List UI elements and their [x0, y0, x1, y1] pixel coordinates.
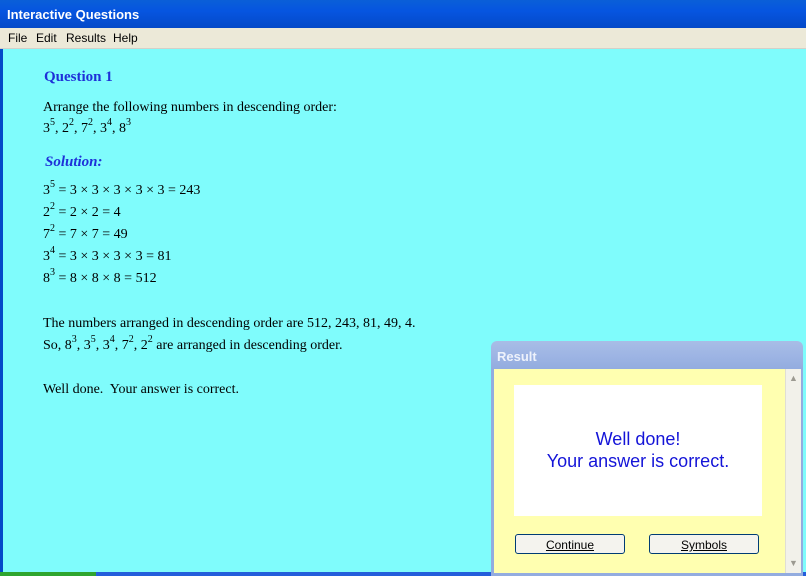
result-dialog-body: Well done! Your answer is correct. Conti…: [491, 369, 803, 576]
power-term: 83: [43, 267, 55, 286]
power-term: 22: [62, 117, 74, 136]
menu-help[interactable]: Help: [113, 31, 138, 45]
result-dialog-titlebar[interactable]: Result: [491, 341, 803, 369]
menu-edit[interactable]: Edit: [36, 31, 57, 45]
window-title: Interactive Questions: [7, 7, 140, 22]
result-scrollbar[interactable]: ▲ ▼: [785, 369, 801, 573]
power-term: 34: [100, 117, 112, 136]
result-dialog-title: Result: [497, 349, 537, 364]
menu-file[interactable]: File: [8, 31, 27, 45]
scroll-up-icon[interactable]: ▲: [787, 371, 800, 385]
power-term: 34: [102, 334, 115, 353]
power-term: 34: [43, 245, 55, 264]
power-term: 83: [64, 334, 77, 353]
question-heading: Question 1: [44, 69, 113, 85]
result-dialog: Result Well done! Your answer is correct…: [491, 341, 803, 576]
scroll-down-icon[interactable]: ▼: [787, 556, 800, 570]
result-message-line2: Your answer is correct.: [546, 451, 730, 471]
feedback-text: Well done. Your answer is correct.: [43, 382, 239, 397]
question-prompt: Arrange the following numbers in descend…: [43, 100, 337, 115]
result-dialog-panel: Well done! Your answer is correct. Conti…: [494, 369, 785, 573]
question-numbers: 35, 22, 72, 34, 83: [43, 117, 131, 136]
power-term: 22: [140, 334, 153, 353]
power-term: 35: [83, 334, 96, 353]
window-left-border: [0, 49, 3, 576]
power-term: 22: [43, 201, 55, 220]
continue-button[interactable]: Continue: [515, 534, 625, 554]
result-message-box: Well done! Your answer is correct.: [514, 385, 762, 516]
solution-step: 22 = 2 × 2 = 4: [43, 201, 121, 220]
symbols-button[interactable]: Symbols: [649, 534, 759, 554]
power-term: 35: [43, 179, 55, 198]
solution-step: 72 = 7 × 7 = 49: [43, 223, 128, 242]
solution-step: 35 = 3 × 3 × 3 × 3 × 3 = 243: [43, 179, 201, 198]
power-term: 72: [81, 117, 93, 136]
menu-bar: File Edit Results Help: [0, 28, 806, 49]
menu-results[interactable]: Results: [66, 31, 106, 45]
solution-summary: The numbers arranged in descending order…: [43, 316, 416, 331]
result-message-line1: Well done!: [595, 429, 681, 449]
window-titlebar[interactable]: Interactive Questions: [0, 0, 806, 28]
power-term: 72: [43, 223, 55, 242]
solution-step: 34 = 3 × 3 × 3 × 3 = 81: [43, 245, 172, 264]
power-term: 83: [119, 117, 131, 136]
solution-conclusion: So, 83, 35, 34, 72, 22 are arranged in d…: [43, 334, 343, 353]
taskbar-start-edge: [0, 572, 96, 576]
solution-heading: Solution:: [45, 154, 103, 170]
power-term: 72: [121, 334, 134, 353]
power-term: 35: [43, 117, 55, 136]
solution-step: 83 = 8 × 8 × 8 = 512: [43, 267, 157, 286]
